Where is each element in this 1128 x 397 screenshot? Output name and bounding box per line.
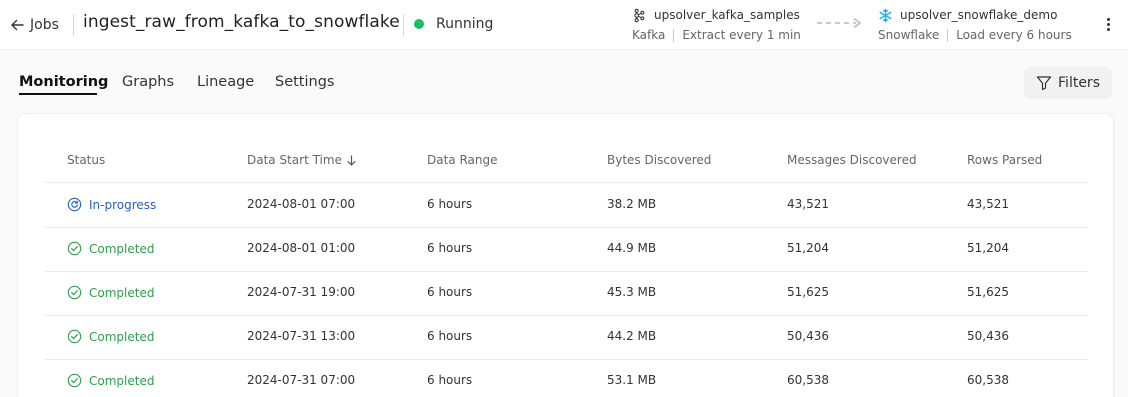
tab-monitoring[interactable]: Monitoring bbox=[19, 74, 108, 90]
column-header-data-start-time[interactable]: Data Start Time bbox=[247, 153, 357, 167]
source-type: Kafka bbox=[632, 28, 666, 42]
table-row[interactable]: In-progress 2024-08-01 07:00 6 hours 38.… bbox=[44, 183, 1088, 227]
bytes-discovered-cell: 53.1 MB bbox=[607, 373, 657, 387]
filters-button[interactable]: Filters bbox=[1024, 67, 1112, 99]
check-circle-icon bbox=[67, 285, 82, 300]
bytes-discovered-cell: 44.9 MB bbox=[607, 241, 657, 255]
tab-lineage[interactable]: Lineage bbox=[197, 74, 254, 90]
more-options-icon[interactable] bbox=[1100, 14, 1116, 34]
bytes-discovered-cell: 38.2 MB bbox=[607, 197, 657, 211]
job-status-label: Running bbox=[436, 16, 494, 32]
header-divider bbox=[403, 14, 404, 36]
column-header-bytes-discovered[interactable]: Bytes Discovered bbox=[607, 153, 711, 167]
table-row[interactable]: Completed 2024-07-31 07:00 6 hours 53.1 … bbox=[44, 359, 1088, 397]
meta-divider bbox=[947, 28, 949, 42]
tab-graphs[interactable]: Graphs bbox=[122, 74, 174, 90]
data-start-time-cell: 2024-07-31 19:00 bbox=[247, 285, 356, 299]
job-status: Running bbox=[414, 14, 493, 34]
filter-icon bbox=[1036, 76, 1052, 91]
filters-label: Filters bbox=[1058, 75, 1100, 91]
in-progress-icon bbox=[67, 197, 82, 212]
check-circle-icon bbox=[67, 329, 82, 344]
source-schedule: Extract every 1 min bbox=[682, 28, 801, 42]
rows-parsed-cell: 51,625 bbox=[967, 285, 1009, 299]
data-start-time-cell: 2024-08-01 01:00 bbox=[247, 241, 356, 255]
flow-arrow-icon bbox=[817, 17, 861, 29]
header-divider bbox=[73, 14, 74, 36]
messages-discovered-cell: 51,625 bbox=[787, 285, 829, 299]
sort-descending-icon bbox=[347, 154, 356, 166]
data-range-cell: 6 hours bbox=[427, 197, 473, 211]
status-cell: In-progress bbox=[67, 197, 156, 212]
column-header-data-range[interactable]: Data Range bbox=[427, 153, 498, 167]
source-connection[interactable]: upsolver_kafka_samples Kafka Extract eve… bbox=[632, 6, 812, 44]
back-to-jobs-link[interactable]: Jobs bbox=[10, 15, 59, 35]
data-range-cell: 6 hours bbox=[427, 329, 473, 343]
destination-schedule: Load every 6 hours bbox=[956, 28, 1072, 42]
column-header-rows-parsed[interactable]: Rows Parsed bbox=[967, 153, 1042, 167]
messages-discovered-cell: 43,521 bbox=[787, 197, 829, 211]
arrow-left-icon bbox=[11, 19, 24, 31]
messages-discovered-cell: 60,538 bbox=[787, 373, 829, 387]
table-row[interactable]: Completed 2024-08-01 01:00 6 hours 44.9 … bbox=[44, 227, 1088, 271]
rows-parsed-cell: 50,436 bbox=[967, 329, 1009, 343]
column-header-status[interactable]: Status bbox=[67, 153, 105, 167]
bytes-discovered-cell: 45.3 MB bbox=[607, 285, 657, 299]
status-cell: Completed bbox=[67, 373, 154, 388]
bytes-discovered-cell: 44.2 MB bbox=[607, 329, 657, 343]
active-tab-indicator bbox=[19, 93, 97, 95]
tab-settings[interactable]: Settings bbox=[275, 74, 334, 90]
source-name: upsolver_kafka_samples bbox=[654, 8, 800, 22]
status-cell: Completed bbox=[67, 285, 154, 300]
meta-divider bbox=[673, 28, 675, 42]
messages-discovered-cell: 51,204 bbox=[787, 241, 829, 255]
rows-parsed-cell: 43,521 bbox=[967, 197, 1009, 211]
data-range-cell: 6 hours bbox=[427, 241, 473, 255]
data-start-time-cell: 2024-07-31 13:00 bbox=[247, 329, 356, 343]
rows-parsed-cell: 60,538 bbox=[967, 373, 1009, 387]
table-row[interactable]: Completed 2024-07-31 19:00 6 hours 45.3 … bbox=[44, 271, 1088, 315]
data-start-time-cell: 2024-08-01 07:00 bbox=[247, 197, 356, 211]
destination-name: upsolver_snowflake_demo bbox=[900, 8, 1058, 22]
status-cell: Completed bbox=[67, 329, 154, 344]
status-cell: Completed bbox=[67, 241, 154, 256]
snowflake-icon bbox=[879, 8, 892, 22]
check-circle-icon bbox=[67, 241, 82, 256]
job-header: Jobs ingest_raw_from_kafka_to_snowflake … bbox=[0, 0, 1128, 50]
data-range-cell: 6 hours bbox=[427, 373, 473, 387]
data-range-cell: 6 hours bbox=[427, 285, 473, 299]
table-row[interactable]: Completed 2024-07-31 13:00 6 hours 44.2 … bbox=[44, 315, 1088, 359]
kafka-icon bbox=[634, 8, 645, 22]
rows-parsed-cell: 51,204 bbox=[967, 241, 1009, 255]
destination-connection[interactable]: upsolver_snowflake_demo Snowflake Load e… bbox=[878, 6, 1088, 44]
check-circle-icon bbox=[67, 373, 82, 388]
column-header-messages-discovered[interactable]: Messages Discovered bbox=[787, 153, 917, 167]
data-start-time-cell: 2024-07-31 07:00 bbox=[247, 373, 356, 387]
destination-type: Snowflake bbox=[878, 28, 940, 42]
job-title: ingest_raw_from_kafka_to_snowflake bbox=[83, 12, 400, 32]
status-dot-icon bbox=[414, 19, 424, 29]
back-label: Jobs bbox=[30, 17, 59, 33]
messages-discovered-cell: 50,436 bbox=[787, 329, 829, 343]
